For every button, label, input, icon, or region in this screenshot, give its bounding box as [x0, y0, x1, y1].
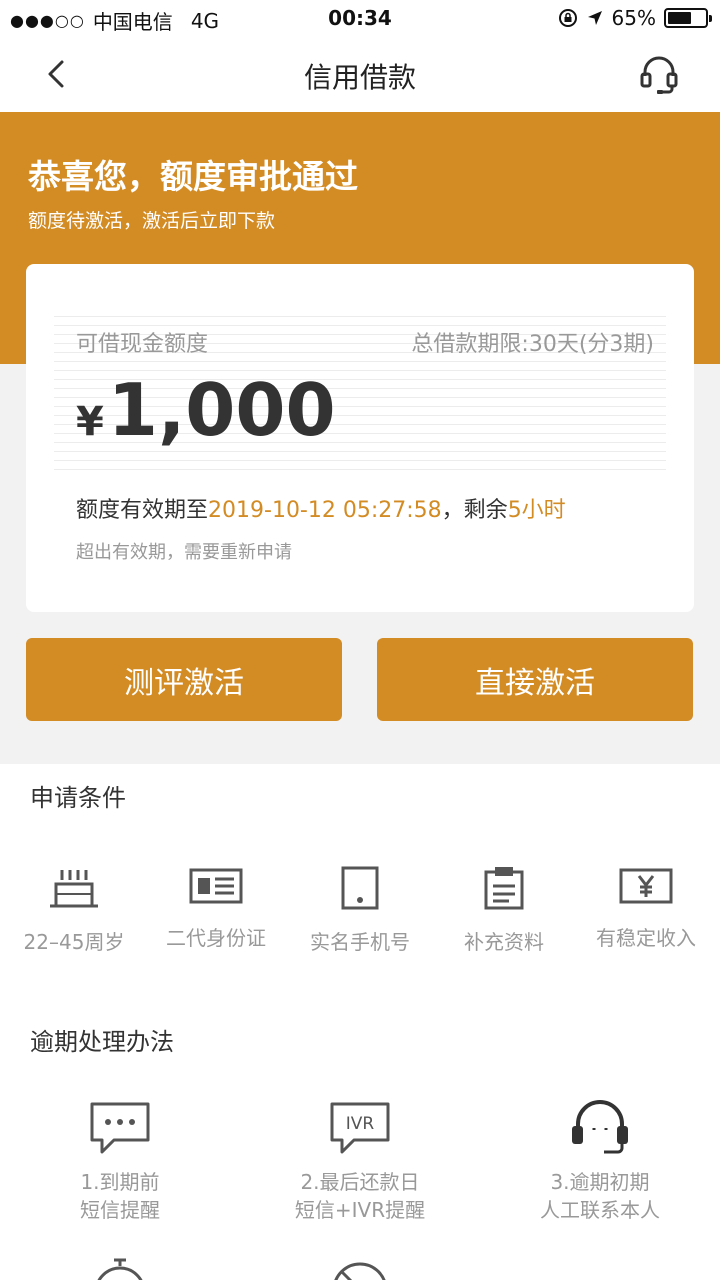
validity-prefix: 额度有效期至 [76, 498, 209, 523]
direct-activate-button[interactable]: 直接激活 [377, 638, 693, 721]
battery-icon [664, 8, 712, 28]
amount-value: 1,000 [107, 368, 336, 452]
validity-remaining: 5小时 [507, 498, 566, 523]
conditions-row: 22–45周岁 二代身份证 实名手机号 补充资料 有稳定收入 [0, 866, 720, 966]
validity-mid: ，剩余 [441, 498, 508, 523]
overdue-step-ivr: IVR 2.最后还款日 短信+IVR提醒 [240, 1100, 480, 1224]
credit-amount: ¥ 1,000 [76, 368, 336, 452]
ivr-icon: IVR [330, 1102, 390, 1154]
overdue-title: 逾期处理办法 [30, 1028, 174, 1056]
conditions-title: 申请条件 [30, 784, 126, 812]
page-title: 信用借款 [303, 61, 416, 94]
evaluate-activate-button[interactable]: 测评激活 [26, 638, 342, 721]
rotation-lock-icon [558, 9, 577, 27]
validity-text: 额度有效期至2019-10-12 05:27:58，剩余5小时 [76, 492, 566, 524]
overdue-step-line1: 3.逾期初期 [550, 1170, 650, 1194]
condition-label: 补充资料 [464, 930, 544, 954]
condition-documents: 补充资料 [432, 866, 576, 955]
overdue-step-line2: 短信+IVR提醒 [294, 1198, 426, 1222]
location-arrow-icon [587, 11, 602, 25]
yen-card-icon [619, 868, 673, 904]
phone-icon [341, 866, 379, 910]
nav-bar: 信用借款 [0, 36, 720, 112]
banner-subtitle: 额度待激活，激活后立即下款 [28, 210, 276, 232]
validity-date: 2019-10-12 05:27:58 [208, 498, 442, 523]
loan-term: 总借款期限:30天(分3期) [411, 332, 654, 357]
condition-label: 22–45周岁 [23, 930, 125, 954]
headset-icon [572, 1100, 628, 1154]
overdue-step-line2: 人工联系本人 [540, 1198, 660, 1222]
cake-icon [50, 870, 98, 908]
battery-percent: 65% [611, 6, 656, 30]
expire-note: 超出有效期，需要重新申请 [76, 542, 292, 563]
currency-symbol: ¥ [76, 399, 104, 445]
condition-label: 实名手机号 [310, 930, 410, 954]
id-card-icon [189, 868, 243, 904]
condition-id-card: 二代身份证 [144, 866, 288, 951]
prohibited-icon [334, 1262, 386, 1280]
condition-age: 22–45周岁 [2, 866, 146, 955]
condition-phone: 实名手机号 [288, 866, 432, 955]
overdue-step-sms: 1.到期前 短信提醒 [0, 1100, 240, 1224]
headset-icon[interactable] [638, 54, 680, 96]
overdue-step-manual: 3.逾期初期 人工联系本人 [480, 1100, 720, 1224]
overdue-step-line2: 短信提醒 [80, 1198, 160, 1222]
overdue-step-line1: 2.最后还款日 [300, 1170, 420, 1194]
battery-fill [668, 12, 692, 24]
clipboard-icon [484, 867, 524, 910]
status-right: 65% [558, 6, 712, 30]
condition-income: 有稳定收入 [574, 866, 718, 951]
banner-title: 恭喜您，额度审批通过 [28, 157, 358, 196]
condition-label: 二代身份证 [166, 926, 266, 950]
condition-label: 有稳定收入 [596, 926, 696, 950]
credit-limit-label: 可借现金额度 [76, 332, 209, 357]
stopwatch-icon [97, 1258, 143, 1280]
credit-card: 可借现金额度 总借款期限:30天(分3期) ¥ 1,000 额度有效期至2019… [26, 264, 694, 612]
ivr-icon-text: IVR [346, 1114, 375, 1134]
overdue-step-line1: 1.到期前 [80, 1170, 160, 1194]
sms-icon [90, 1102, 150, 1154]
status-bar: ●●●○○ 中国电信 4G 00:34 65% [0, 0, 720, 36]
